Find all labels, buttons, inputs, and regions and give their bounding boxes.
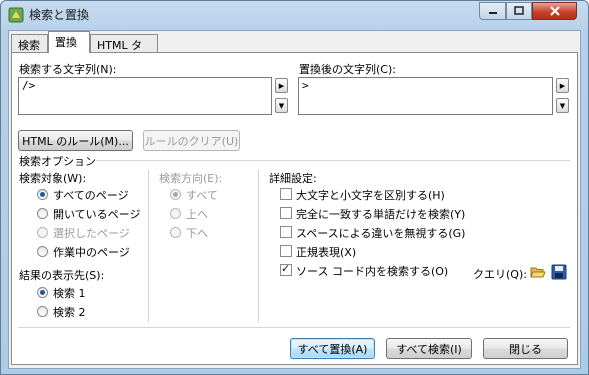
triangle-right-icon: ▶ — [559, 81, 566, 90]
window-title: 検索と置換 — [29, 8, 90, 22]
advanced-settings-title: 詳細設定: — [269, 172, 317, 185]
folder-open-icon[interactable] — [530, 264, 546, 280]
maximize-button[interactable] — [506, 2, 532, 20]
radio-selected-pages-label: 選択したページ — [53, 227, 130, 240]
checkbox-search-source[interactable] — [280, 262, 292, 276]
radio-all-pages-label: すべてのページ — [53, 189, 129, 202]
radio-results-1[interactable] — [37, 287, 48, 298]
find-label: 検索する文字列(N): — [19, 63, 117, 76]
find-all-button[interactable]: すべて検索(I) — [386, 338, 472, 359]
replace-history-button[interactable]: ▼ — [556, 98, 569, 113]
checkbox-match-case-label: 大文字と小文字を区別する(H) — [296, 189, 445, 202]
checkbox-ignore-whitespace[interactable] — [280, 226, 292, 238]
replace-input[interactable]: > — [298, 77, 553, 115]
radio-direction-up[interactable] — [170, 208, 181, 219]
radio-direction-down[interactable] — [170, 227, 181, 238]
app-icon — [8, 7, 24, 23]
radio-direction-down-label: 下へ — [186, 227, 208, 240]
checkbox-regex-label: 正規表現(X) — [296, 246, 357, 259]
options-divider-1 — [148, 170, 149, 322]
radio-current-page[interactable] — [37, 246, 48, 257]
search-options-divider — [96, 160, 570, 161]
search-options-title: 検索オプション — [19, 155, 96, 168]
tab-replace[interactable]: 置換 — [48, 31, 90, 53]
options-divider-2 — [258, 170, 259, 322]
minimize-icon — [488, 12, 497, 14]
radio-results-2-label: 検索 2 — [53, 306, 86, 319]
checkbox-regex[interactable] — [280, 245, 292, 257]
minimize-button[interactable] — [479, 2, 506, 20]
tab-find[interactable]: 検索 — [11, 34, 48, 52]
close-icon — [549, 6, 560, 16]
results-output-title: 結果の表示先(S): — [19, 269, 105, 282]
find-special-button[interactable]: ▶ — [275, 78, 288, 93]
search-direction-title: 検索方向(E): — [159, 172, 223, 185]
close-button[interactable]: 閉じる — [483, 338, 568, 359]
checkbox-whole-word-label: 完全に一致する単語だけを検索(Y) — [296, 208, 466, 221]
search-target-title: 検索対象(W): — [19, 172, 87, 185]
tab-html-tag[interactable]: HTML タグ — [90, 34, 158, 68]
tab-label: 置換 — [55, 36, 77, 49]
dialog-body: 検索 置換 HTML タグ 検索する文字列(N): /> ▶ ▼ 置換後の文字列… — [8, 30, 581, 369]
checkbox-match-case[interactable] — [280, 188, 292, 200]
triangle-right-icon: ▶ — [278, 81, 285, 90]
replace-special-button[interactable]: ▶ — [556, 78, 569, 93]
close-window-button[interactable] — [532, 2, 577, 20]
floppy-disk-icon[interactable] — [551, 264, 567, 280]
checkbox-whole-word[interactable] — [280, 207, 292, 219]
find-history-button[interactable]: ▼ — [275, 98, 288, 113]
find-input[interactable]: /> — [18, 77, 272, 115]
checkbox-search-source-label: ソース コード内を検索する(O) — [296, 265, 449, 278]
replace-label: 置換後の文字列(C): — [299, 63, 396, 76]
clear-rules-button[interactable]: ルールのクリア(U) — [143, 130, 240, 151]
radio-open-pages-label: 開いているページ — [53, 208, 141, 221]
radio-selected-pages[interactable] — [37, 227, 48, 238]
radio-direction-all[interactable] — [170, 189, 181, 200]
radio-current-page-label: 作業中のページ — [53, 246, 130, 259]
radio-all-pages[interactable] — [37, 189, 48, 200]
radio-results-2[interactable] — [37, 306, 48, 317]
checkbox-ignore-whitespace-label: スペースによる違いを無視する(G) — [296, 227, 466, 240]
dialog-window: 検索と置換 検索 置換 HTML タグ 検索する文字列(N): /> ▶ ▼ 置… — [0, 0, 589, 375]
maximize-icon — [514, 6, 524, 15]
html-rules-button[interactable]: HTML のルール(M)... — [18, 130, 133, 151]
replace-all-button[interactable]: すべて置換(A) — [290, 338, 375, 359]
title-bar[interactable]: 検索と置換 — [1, 1, 588, 29]
triangle-down-icon: ▼ — [559, 101, 566, 110]
radio-results-1-label: 検索 1 — [53, 287, 86, 300]
tab-label: 検索 — [18, 39, 40, 52]
radio-direction-all-label: すべて — [186, 189, 218, 202]
radio-open-pages[interactable] — [37, 208, 48, 219]
query-label: クエリ(Q): — [473, 268, 527, 281]
options-bottom-divider — [18, 327, 570, 328]
replace-panel: 検索する文字列(N): /> ▶ ▼ 置換後の文字列(C): > ▶ ▼ HTM… — [11, 52, 578, 365]
triangle-down-icon: ▼ — [278, 101, 285, 110]
radio-direction-up-label: 上へ — [186, 208, 208, 221]
